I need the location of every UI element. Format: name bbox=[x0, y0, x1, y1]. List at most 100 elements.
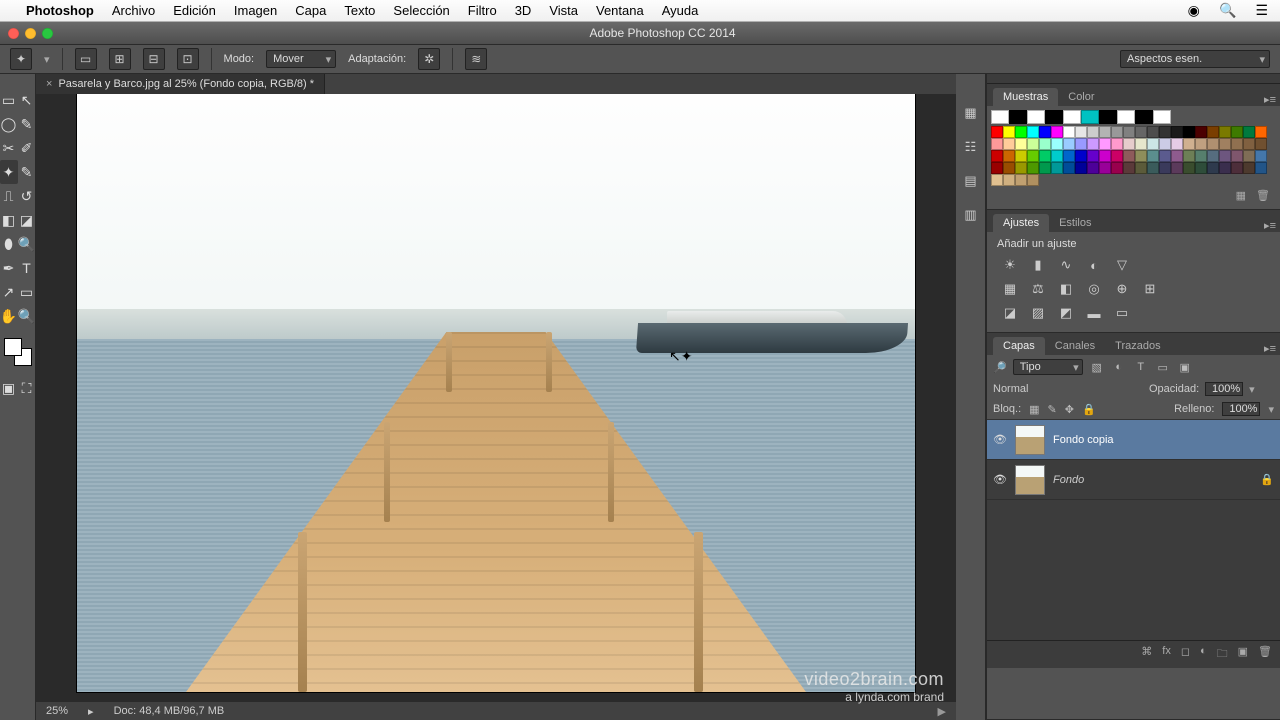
swatch[interactable] bbox=[1159, 162, 1171, 174]
swatch[interactable] bbox=[1087, 138, 1099, 150]
swatch[interactable] bbox=[1195, 162, 1207, 174]
app-name[interactable]: Photoshop bbox=[26, 3, 94, 18]
brightness-icon[interactable]: ☀ bbox=[1001, 256, 1019, 274]
intersect-selection-icon[interactable]: ⊡ bbox=[177, 48, 199, 70]
new-layer-icon[interactable]: ▣ bbox=[1238, 645, 1248, 664]
swatch[interactable] bbox=[1195, 150, 1207, 162]
panel-menu-icon[interactable]: ▸≡ bbox=[1264, 219, 1276, 232]
swatch[interactable] bbox=[1027, 150, 1039, 162]
layer-row[interactable]: 👁Fondo🔒 bbox=[987, 460, 1280, 500]
bw-icon[interactable]: ◧ bbox=[1057, 280, 1075, 298]
lock-transparency-icon[interactable]: ▦ bbox=[1029, 403, 1039, 416]
swatch[interactable] bbox=[1015, 162, 1027, 174]
path-tool-icon[interactable]: ↗ bbox=[0, 280, 18, 304]
swatch[interactable] bbox=[1039, 126, 1051, 138]
swatch[interactable] bbox=[1003, 150, 1015, 162]
crop-tool-icon[interactable]: ✂ bbox=[0, 136, 18, 160]
swatch[interactable] bbox=[1123, 126, 1135, 138]
swatch[interactable] bbox=[1075, 126, 1087, 138]
swatch[interactable] bbox=[1123, 150, 1135, 162]
invert-icon[interactable]: ◪ bbox=[1001, 304, 1019, 322]
swatch[interactable] bbox=[1099, 138, 1111, 150]
tab-ajustes[interactable]: Ajustes bbox=[993, 214, 1049, 232]
selectivecolor-icon[interactable]: ▭ bbox=[1113, 304, 1131, 322]
delete-layer-icon[interactable]: 🗑 bbox=[1258, 645, 1272, 664]
swatch[interactable] bbox=[1039, 138, 1051, 150]
menu-imagen[interactable]: Imagen bbox=[234, 3, 277, 18]
filter-kind-dropdown[interactable]: Tipo bbox=[1013, 359, 1083, 375]
swatch[interactable] bbox=[1243, 126, 1255, 138]
visibility-icon[interactable]: 👁 bbox=[993, 473, 1007, 486]
fill-chevron-icon[interactable]: ▾ bbox=[1268, 403, 1274, 416]
swatch[interactable] bbox=[991, 174, 1003, 186]
subtract-selection-icon[interactable]: ⊟ bbox=[143, 48, 165, 70]
channelmixer-icon[interactable]: ⊕ bbox=[1113, 280, 1131, 298]
swatch[interactable] bbox=[1045, 110, 1063, 124]
swatch[interactable] bbox=[1123, 138, 1135, 150]
paragraph-panel-icon[interactable]: ▥ bbox=[962, 206, 980, 224]
swatch[interactable] bbox=[1099, 150, 1111, 162]
swatch[interactable] bbox=[1003, 126, 1015, 138]
chevron-down-icon[interactable]: ▾ bbox=[44, 53, 50, 66]
swatch[interactable] bbox=[991, 162, 1003, 174]
swatch[interactable] bbox=[1255, 162, 1267, 174]
swatch[interactable] bbox=[1147, 126, 1159, 138]
swatch[interactable] bbox=[1111, 150, 1123, 162]
swatch[interactable] bbox=[1099, 110, 1117, 124]
visibility-icon[interactable]: 👁 bbox=[993, 433, 1007, 446]
screenmode-icon[interactable]: ⛶ bbox=[18, 376, 36, 400]
menu-texto[interactable]: Texto bbox=[344, 3, 375, 18]
swatch[interactable] bbox=[1051, 138, 1063, 150]
swatch[interactable] bbox=[1027, 174, 1039, 186]
opacity-chevron-icon[interactable]: ▾ bbox=[1249, 383, 1255, 396]
new-group-icon[interactable]: 🗀 bbox=[1217, 645, 1228, 664]
swatch[interactable] bbox=[1111, 126, 1123, 138]
swatch[interactable] bbox=[1231, 138, 1243, 150]
menu-seleccion[interactable]: Selección bbox=[393, 3, 449, 18]
swatch[interactable] bbox=[1051, 150, 1063, 162]
menu-ayuda[interactable]: Ayuda bbox=[662, 3, 699, 18]
filter-pixel-icon[interactable]: ▧ bbox=[1089, 360, 1105, 374]
filter-type-icon[interactable]: T bbox=[1133, 360, 1149, 374]
move-tool-icon[interactable]: ▭ bbox=[0, 88, 18, 112]
status-flyout-icon[interactable]: ▶ bbox=[938, 705, 946, 718]
quickmask-icon[interactable]: ▣ bbox=[0, 376, 18, 400]
search-icon[interactable]: 🔍 bbox=[1219, 2, 1236, 18]
close-tab-icon[interactable]: × bbox=[46, 78, 52, 90]
menu-edicion[interactable]: Edición bbox=[173, 3, 216, 18]
swatch[interactable] bbox=[1075, 138, 1087, 150]
swatch[interactable] bbox=[1183, 138, 1195, 150]
swatch[interactable] bbox=[1219, 162, 1231, 174]
sample-all-layers-icon[interactable]: ≋ bbox=[465, 48, 487, 70]
fill-value[interactable]: 100% bbox=[1222, 402, 1260, 416]
blur-tool-icon[interactable]: ⬮ bbox=[0, 232, 18, 256]
menu-filtro[interactable]: Filtro bbox=[468, 3, 497, 18]
filter-shape-icon[interactable]: ▭ bbox=[1155, 360, 1171, 374]
canvas[interactable]: ↖✦ bbox=[77, 94, 915, 692]
swatch[interactable] bbox=[991, 150, 1003, 162]
tab-capas[interactable]: Capas bbox=[993, 337, 1045, 355]
swatch[interactable] bbox=[1219, 126, 1231, 138]
zoom-level[interactable]: 25% bbox=[46, 705, 68, 717]
swatch[interactable] bbox=[1099, 126, 1111, 138]
swatch[interactable] bbox=[1171, 162, 1183, 174]
swatch[interactable] bbox=[1243, 138, 1255, 150]
swatch[interactable] bbox=[1003, 174, 1015, 186]
levels-icon[interactable]: ▮ bbox=[1029, 256, 1047, 274]
properties-panel-icon[interactable]: ☷ bbox=[962, 138, 980, 156]
delete-swatch-icon[interactable]: 🗑 bbox=[1256, 189, 1270, 202]
eyedropper-tool-icon[interactable]: ✐ bbox=[18, 136, 36, 160]
brush-tool-icon[interactable]: ✎ bbox=[18, 160, 36, 184]
link-layers-icon[interactable]: ⌘ bbox=[1141, 645, 1152, 664]
exposure-icon[interactable]: ◐ bbox=[1085, 256, 1103, 274]
swatch[interactable] bbox=[1015, 150, 1027, 162]
new-swatch-icon[interactable]: ▦ bbox=[1236, 189, 1246, 202]
swatch[interactable] bbox=[1153, 110, 1171, 124]
swatch[interactable] bbox=[1183, 150, 1195, 162]
eraser-tool-icon[interactable]: ◧ bbox=[0, 208, 18, 232]
swatch[interactable] bbox=[1219, 150, 1231, 162]
swatch[interactable] bbox=[1147, 150, 1159, 162]
swatch[interactable] bbox=[1231, 126, 1243, 138]
swatch[interactable] bbox=[991, 126, 1003, 138]
hue-icon[interactable]: ▦ bbox=[1001, 280, 1019, 298]
